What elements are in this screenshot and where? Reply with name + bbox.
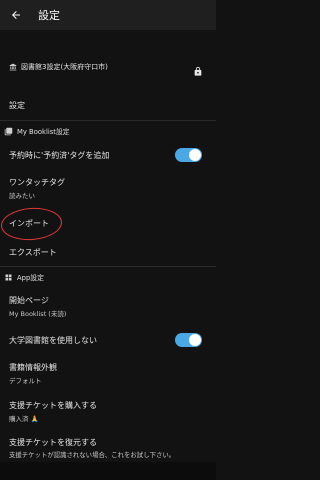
book-info-value: デフォルト (9, 377, 42, 385)
page-title: 設定 (38, 9, 60, 22)
booklist-icon (4, 127, 13, 136)
highlight-annotation (0, 205, 64, 243)
booklist-section-header: My Booklist設定 (4, 124, 212, 138)
settings-row[interactable]: 設定 (9, 100, 207, 111)
toggle-knob (189, 149, 201, 161)
library-setting-label: 図書館3設定(大阪府守口市) (21, 63, 108, 71)
booklist-section-title: My Booklist設定 (17, 128, 70, 136)
divider (0, 266, 216, 267)
book-info-label: 書籍情報外観 (9, 363, 57, 372)
univ-library-toggle[interactable] (175, 333, 202, 347)
app-section-title: App設定 (17, 274, 44, 282)
onetouch-tag-value: 読みたい (9, 192, 35, 200)
start-page-label: 開始ページ (9, 296, 49, 305)
reserved-tag-toggle[interactable] (175, 148, 202, 162)
support-restore-row[interactable]: 支援チケットを復元する 支援チケットが認識されない場合、これをお試し下さい。 (9, 437, 207, 459)
start-page-value: My Booklist (未読) (9, 310, 67, 318)
settings-label: 設定 (9, 101, 25, 110)
support-buy-value: 購入済 🙏 (9, 415, 39, 423)
lock-icon (193, 62, 203, 81)
book-info-row[interactable]: 書籍情報外観 デフォルト (9, 362, 207, 385)
app-bar: 設定 (0, 0, 216, 30)
support-restore-label: 支援チケットを復元する (9, 438, 97, 447)
support-buy-label: 支援チケットを購入する (9, 401, 97, 410)
toggle-knob (189, 334, 201, 346)
back-arrow-icon[interactable] (8, 7, 24, 23)
export-row[interactable]: エクスポート (9, 247, 207, 258)
onetouch-tag-label: ワンタッチタグ (9, 178, 65, 187)
support-buy-row[interactable]: 支援チケットを購入する 購入済 🙏 (9, 400, 207, 423)
system-navigation-bar (0, 462, 216, 480)
library-icon (9, 63, 17, 71)
app-section-header: App設定 (4, 270, 212, 284)
onetouch-tag-row[interactable]: ワンタッチタグ 読みたい (9, 177, 207, 200)
support-restore-value: 支援チケットが認識されない場合、これをお試し下さい。 (9, 451, 176, 459)
app-settings-icon (4, 273, 13, 282)
start-page-row[interactable]: 開始ページ My Booklist (未読) (9, 295, 207, 318)
library-setting-row[interactable]: 図書館3設定(大阪府守口市) (9, 62, 207, 76)
export-label: エクスポート (9, 248, 57, 257)
divider (0, 120, 216, 121)
